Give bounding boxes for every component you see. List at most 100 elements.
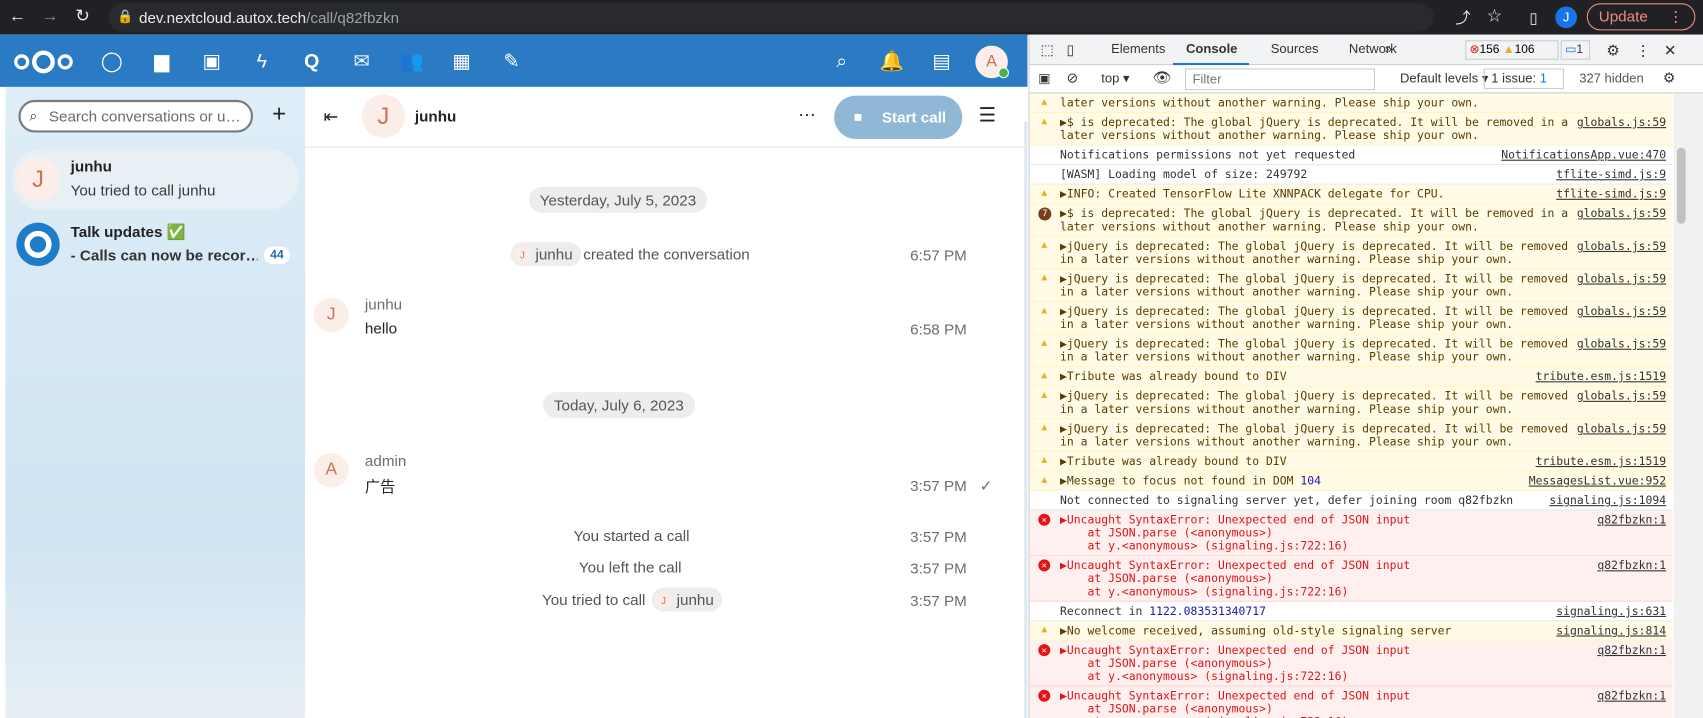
log-source-link[interactable]: tflite-simd.js:9 (1551, 187, 1667, 201)
device-toolbar-icon[interactable]: ▯ (1067, 41, 1075, 58)
chat-avatar[interactable]: J (361, 94, 406, 138)
console-log-row[interactable]: ✕ ▶Uncaught SyntaxError: Unexpected end o… (1029, 686, 1673, 718)
log-source-link[interactable]: globals.js:59 (1572, 240, 1667, 254)
console-log-row[interactable]: ▲ ▶Message to focus not found in DOM 104 M… (1029, 471, 1673, 491)
log-source-link[interactable]: globals.js:59 (1572, 116, 1667, 130)
search-conversations-input[interactable]: ⌕ Search conversations or u… (18, 99, 254, 133)
hamburger-menu-icon[interactable]: ☰ (979, 104, 997, 127)
user-chip[interactable]: Jjunhu (651, 587, 723, 612)
console-log-row[interactable]: ▲ ▶Tribute was already bound to DIV tribut… (1029, 451, 1673, 472)
scrollbar-thumb[interactable] (1676, 147, 1686, 224)
nextcloud-logo-icon[interactable] (13, 50, 74, 74)
calendar-icon[interactable]: ▦ (449, 48, 475, 74)
console-settings-icon[interactable]: ⚙ (1663, 70, 1676, 87)
log-source-link[interactable]: globals.js:59 (1572, 337, 1667, 351)
log-source-link[interactable]: signaling.js:814 (1551, 624, 1667, 638)
sidebar-toggle-icon[interactable]: ▣ (1038, 71, 1050, 86)
log-source-link[interactable]: globals.js:59 (1572, 305, 1667, 319)
address-bar[interactable]: 🔒 dev.nextcloud.autox.tech/call/q82fbzkn (108, 3, 1434, 32)
resize-handle[interactable] (1024, 121, 1028, 718)
log-source-link[interactable]: tribute.esm.js:1519 (1531, 455, 1667, 469)
console-log-row[interactable]: ▲ ▶Tribute was already bound to DIV tribut… (1029, 367, 1673, 387)
log-source-link[interactable]: tflite-simd.js:9 (1552, 168, 1666, 181)
console-log-row[interactable]: ▲ later versions without another warning.… (1029, 93, 1673, 113)
reload-icon[interactable]: ↻ (72, 7, 94, 29)
forward-icon[interactable]: → (39, 7, 61, 29)
log-source-link[interactable]: globals.js:59 (1572, 207, 1667, 221)
photos-icon[interactable]: ▣ (199, 48, 225, 74)
console-log-row[interactable]: ✕ ▶Uncaught SyntaxError: Unexpected end o… (1029, 510, 1673, 557)
user-chip[interactable]: Jjunhu (510, 242, 582, 267)
activity-icon[interactable]: ϟ (249, 48, 275, 74)
console-log-row[interactable]: ▲ ▶jQuery is deprecated: The global jQuer… (1029, 269, 1673, 302)
log-source-link[interactable]: q82fbzkn:1 (1593, 513, 1667, 527)
tab-console[interactable]: Console (1186, 41, 1237, 56)
console-log-row[interactable]: 7 ▶$ is deprecated: The global jQuery is … (1029, 204, 1673, 237)
toggle-sidebar-icon[interactable]: ⇤ (324, 106, 339, 128)
console-log-row[interactable]: ▲ ▶jQuery is deprecated: The global jQuer… (1029, 334, 1673, 368)
tab-sources[interactable]: Sources (1271, 41, 1319, 56)
more-actions-icon[interactable]: ⋯ (798, 104, 815, 126)
dashboard-icon[interactable]: ◯ (99, 48, 125, 74)
log-source-link[interactable]: q82fbzkn:1 (1593, 689, 1667, 703)
console-log-row[interactable]: ✕ ▶Uncaught SyntaxError: Unexpected end o… (1029, 556, 1673, 602)
talk-icon[interactable]: Q (299, 48, 325, 74)
clear-console-icon[interactable]: ⊘ (1067, 70, 1079, 87)
log-source-link[interactable]: MessagesList.vue:952 (1524, 474, 1667, 488)
log-source-link[interactable]: signaling.js:631 (1552, 605, 1666, 618)
log-source-link[interactable]: tribute.esm.js:1519 (1531, 370, 1667, 384)
contacts-icon[interactable]: 👥 (399, 48, 425, 74)
console-log-row[interactable]: ▲ ▶jQuery is deprecated: The global jQuer… (1029, 236, 1673, 270)
contacts-menu-icon[interactable]: ▤ (929, 48, 955, 74)
author-avatar[interactable]: A (313, 452, 349, 488)
log-source-link[interactable]: q82fbzkn:1 (1593, 644, 1667, 658)
share-icon[interactable]: ⤴ (1452, 7, 1474, 29)
console-log-row[interactable]: Reconnect in 1122.083531340717 signaling.… (1029, 602, 1673, 622)
notes-icon[interactable]: ✎ (499, 48, 525, 74)
issue-counters[interactable]: ⊗156 ▲106 (1465, 40, 1559, 60)
filter-input[interactable]: Filter (1184, 68, 1376, 91)
settings-gear-icon[interactable]: ⚙ (1606, 41, 1620, 59)
more-tabs-icon[interactable]: » (1385, 41, 1392, 56)
conversation-item-talk-updates[interactable]: Talk updates ✅ - Calls can now be recor…… (12, 214, 299, 275)
console-log-row[interactable]: ▲ ▶INFO: Created TensorFlow Lite XNNPACK … (1029, 184, 1673, 205)
search-icon[interactable]: ⌕ (829, 48, 855, 74)
notifications-bell-icon[interactable]: 🔔 (879, 48, 905, 74)
chat-title[interactable]: junhu (415, 108, 456, 125)
log-levels-select[interactable]: Default levels ▾ (1400, 71, 1488, 86)
log-source-link[interactable]: globals.js:59 (1572, 389, 1667, 403)
issues-button[interactable]: 1 issue: 1 (1483, 68, 1564, 90)
close-icon[interactable]: ✕ (1664, 41, 1677, 59)
console-log-row[interactable]: [WASM] Loading model of size: 249792 tfli… (1029, 165, 1673, 185)
console-log-row[interactable]: ▲ ▶jQuery is deprecated: The global jQuer… (1029, 301, 1673, 335)
kebab-menu-icon[interactable]: ⋮ (1636, 41, 1651, 59)
console-log-row[interactable]: Not connected to signaling server yet, d… (1029, 491, 1673, 511)
back-icon[interactable]: ← (7, 7, 29, 29)
author-avatar[interactable]: J (313, 297, 349, 333)
update-button[interactable]: Update ⋮ (1586, 3, 1696, 31)
live-expression-eye-icon[interactable]: 👁 (1152, 68, 1171, 86)
log-source-link[interactable]: q82fbzkn:1 (1593, 559, 1667, 573)
context-select[interactable]: top ▾ (1101, 71, 1129, 86)
console-log-row[interactable]: ▲ ▶No welcome received, assuming old-styl… (1029, 621, 1673, 641)
inspect-element-icon[interactable]: ⬚ (1040, 41, 1053, 58)
console-log-row[interactable]: ✕ ▶Uncaught SyntaxError: Unexpected end o… (1029, 640, 1673, 687)
bookmark-star-icon[interactable]: ☆ (1484, 7, 1506, 29)
log-source-link[interactable]: signaling.js:1094 (1545, 494, 1666, 507)
console-scrollbar[interactable] (1673, 93, 1703, 718)
console-log-row[interactable]: ▲ ▶$ is deprecated: The global jQuery is … (1029, 112, 1673, 146)
log-source-link[interactable]: globals.js:59 (1572, 272, 1667, 286)
mail-icon[interactable]: ✉ (349, 48, 375, 74)
profile-avatar[interactable]: J (1555, 6, 1578, 29)
side-panel-icon[interactable]: ▯ (1523, 7, 1545, 29)
conversation-item-junhu[interactable]: J junhu You tried to call junhu (11, 148, 299, 210)
files-icon[interactable]: ▆ (149, 48, 175, 74)
console-log-row[interactable]: Notifications permissions not yet reques… (1029, 146, 1673, 166)
start-call-button[interactable]: ■ Start call (834, 95, 963, 140)
log-source-link[interactable]: NotificationsApp.vue:470 (1497, 149, 1666, 162)
log-source-link[interactable]: globals.js:59 (1572, 422, 1667, 436)
new-conversation-button[interactable]: + (266, 102, 292, 128)
console-log-row[interactable]: ▲ ▶jQuery is deprecated: The global jQuer… (1029, 386, 1673, 420)
tab-elements[interactable]: Elements (1111, 41, 1165, 56)
console-log-row[interactable]: ▲ ▶jQuery is deprecated: The global jQuer… (1029, 419, 1673, 452)
